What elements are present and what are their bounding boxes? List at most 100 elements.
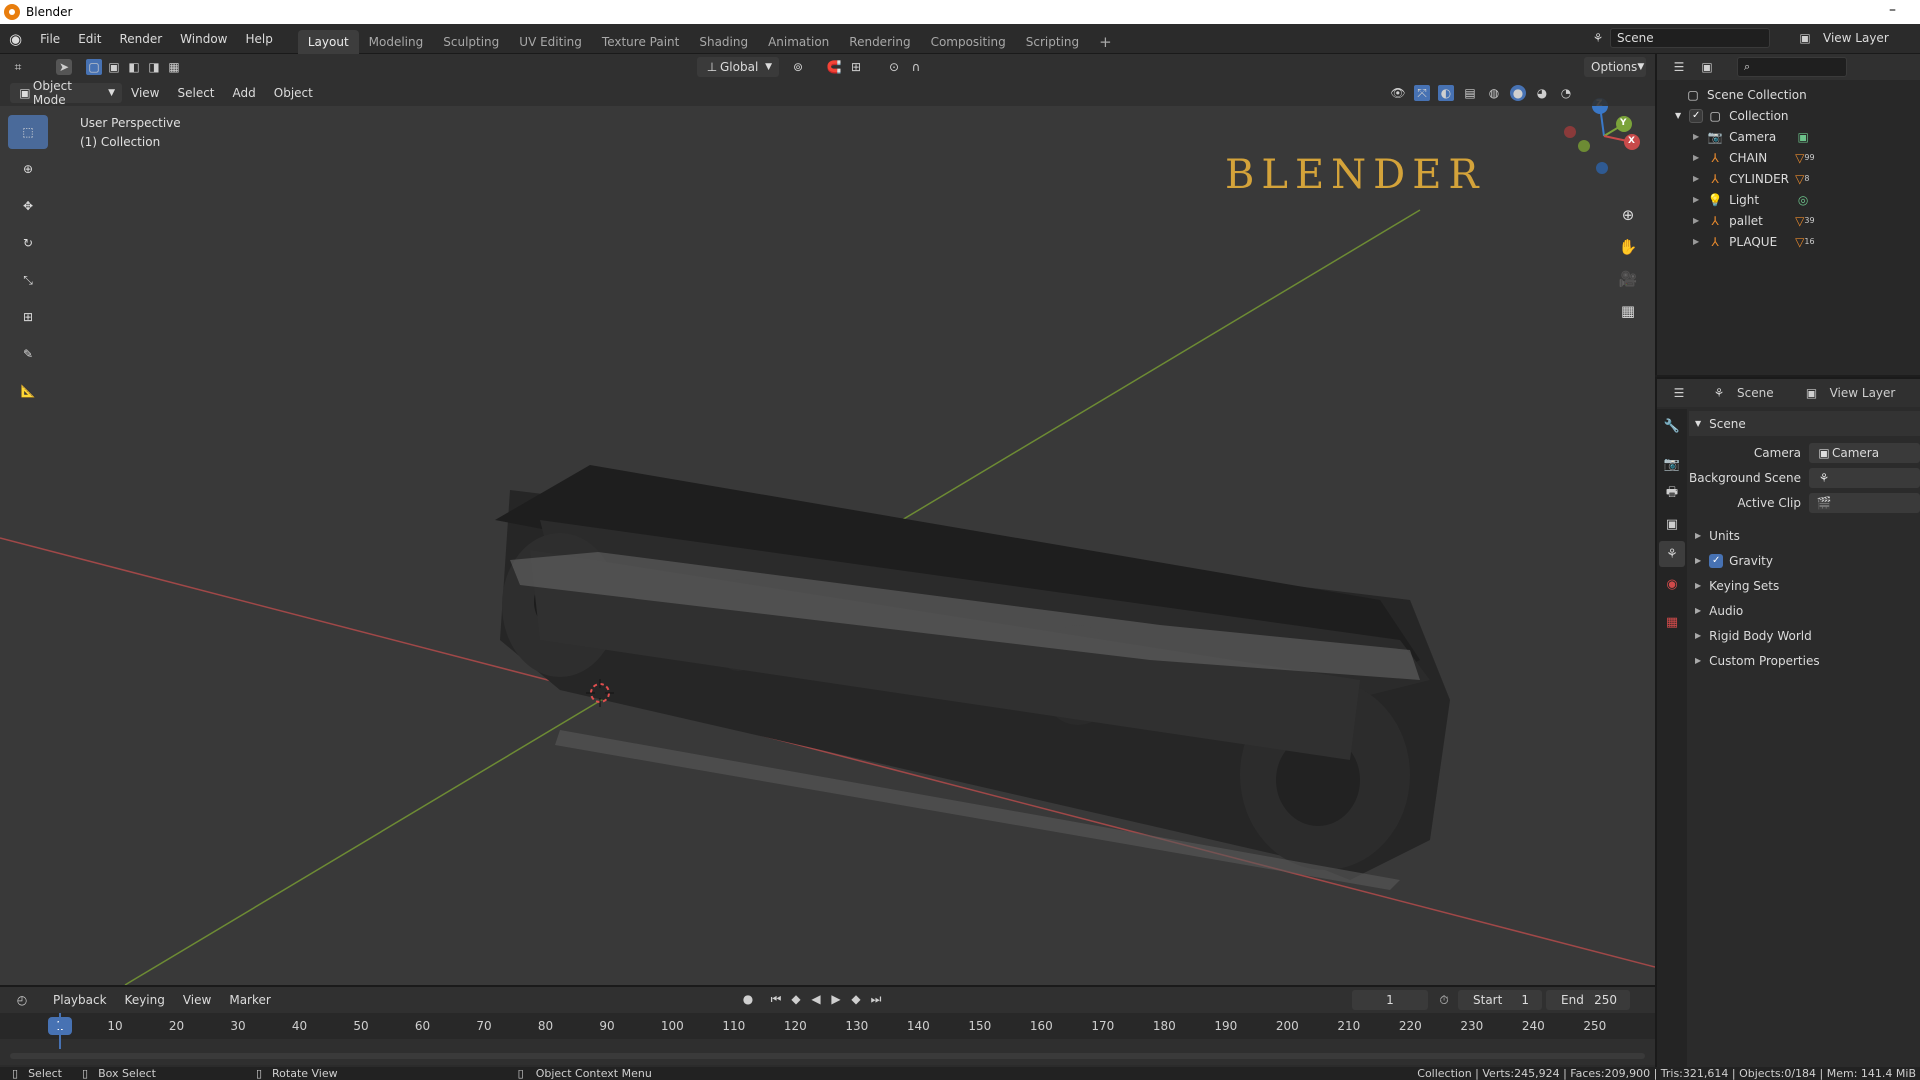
chevron-right-icon[interactable]: ▶ [1693, 132, 1699, 141]
minimize-button[interactable]: – [1889, 2, 1896, 18]
outliner-item[interactable]: ▶ ⅄ PLAQUE ▽ 16 [1693, 231, 1920, 252]
start-frame-field[interactable]: Start 1 [1458, 990, 1542, 1010]
visibility-icon[interactable]: 👁 [1390, 85, 1406, 101]
subpanel-rigid-body-world[interactable]: ▶ Rigid Body World [1689, 623, 1920, 648]
timeline-menu-view[interactable]: View [174, 985, 220, 1015]
timeline-tracks[interactable] [0, 1013, 1655, 1065]
chevron-right-icon[interactable]: ▶ [1693, 174, 1699, 183]
menu-window[interactable]: Window [171, 24, 236, 54]
modifier-icon[interactable]: ▽ [1795, 172, 1804, 186]
wireframe-shading-icon[interactable]: ◍ [1486, 85, 1502, 101]
outliner-item[interactable]: ▶ 💡 Light ◎ [1693, 189, 1920, 210]
transform-orientation-dropdown[interactable]: ⊥ Global ▼ [697, 57, 779, 77]
prev-keyframe-icon[interactable]: ◆ [788, 991, 804, 1007]
menu-file[interactable]: File [31, 24, 69, 54]
tab-sculpting[interactable]: Sculpting [433, 30, 509, 54]
select-invert-icon[interactable]: ◨ [146, 59, 162, 75]
timeline-menu-marker[interactable]: Marker [220, 985, 279, 1015]
snap-icon[interactable]: 🧲 [826, 59, 842, 75]
timeline-editor-icon[interactable]: ◴ [14, 992, 30, 1008]
ortho-grid-icon[interactable]: ▦ [1613, 296, 1643, 326]
outliner-scene-collection[interactable]: ▢ Scene Collection [1685, 84, 1920, 105]
chevron-down-icon[interactable]: ▼ [1675, 111, 1681, 120]
end-frame-field[interactable]: End 250 [1546, 990, 1630, 1010]
camera-data-icon[interactable]: ▣ [1795, 129, 1811, 145]
properties-editor-icon[interactable]: ☰ [1671, 385, 1687, 401]
viewport-menu-object[interactable]: Object [265, 78, 322, 108]
add-workspace-button[interactable]: + [1089, 30, 1122, 54]
xray-icon[interactable]: ▤ [1462, 85, 1478, 101]
tab-modeling[interactable]: Modeling [359, 30, 434, 54]
next-keyframe-icon[interactable]: ◆ [848, 991, 864, 1007]
menu-render[interactable]: Render [110, 24, 171, 54]
menu-help[interactable]: Help [237, 24, 282, 54]
outliner-search-input[interactable]: ⌕ [1737, 57, 1847, 77]
play-reverse-icon[interactable]: ◀ [808, 991, 824, 1007]
timeline-scrollbar[interactable] [10, 1053, 1645, 1059]
outliner-item[interactable]: ▶ ⅄ pallet ▽ 39 [1693, 210, 1920, 231]
tab-rendering[interactable]: Rendering [839, 30, 920, 54]
select-subtract-icon[interactable]: ◧ [126, 59, 142, 75]
navigation-gizmo[interactable]: Z Y X [1558, 94, 1642, 178]
3d-viewport[interactable]: User Perspective (1) Collection BLENDER … [0, 80, 1655, 985]
select-box-tool-icon[interactable]: ⬚ [8, 115, 48, 149]
active-clip-field[interactable]: 🎬 [1809, 492, 1920, 513]
background-scene-field[interactable]: ⚘ [1809, 467, 1920, 488]
tab-animation[interactable]: Animation [758, 30, 839, 54]
zoom-icon[interactable]: ⊕ [1613, 200, 1643, 230]
rendered-shading-icon[interactable]: ◔ [1558, 85, 1574, 101]
modifier-icon[interactable]: ▽ [1795, 151, 1804, 165]
properties-scene-label[interactable]: Scene [1737, 386, 1774, 400]
render-tab-icon[interactable]: 📷 [1659, 451, 1685, 477]
scene-icon[interactable]: ⚘ [1590, 30, 1606, 46]
scene-panel-header[interactable]: ▼ Scene [1689, 411, 1920, 436]
select-new-icon[interactable]: ▢ [86, 59, 102, 75]
preview-range-icon[interactable]: ⏱ [1436, 992, 1452, 1008]
proportional-edit-icon[interactable]: ⊙ [886, 59, 902, 75]
scene-tab-icon[interactable]: ⚘ [1659, 541, 1685, 567]
outliner-editor-icon[interactable]: ☰ [1671, 59, 1687, 75]
timeline-menu-keying[interactable]: Keying [116, 985, 174, 1015]
light-data-icon[interactable]: ◎ [1795, 192, 1811, 208]
scale-tool-icon[interactable]: ⤡ [8, 263, 48, 297]
view-layer-icon[interactable]: ▣ [1797, 30, 1813, 46]
falloff-icon[interactable]: ∩ [908, 59, 924, 75]
overlays-icon[interactable]: ◐ [1438, 85, 1454, 101]
timeline-menu-playback[interactable]: Playback [44, 985, 116, 1015]
solid-shading-icon[interactable]: ● [1510, 85, 1526, 101]
view-layer-selector[interactable]: View Layer [1817, 28, 1920, 48]
timeline-ruler[interactable]: 1 10203040506070809010011012013014015016… [0, 1013, 1655, 1039]
transform-tool-icon[interactable]: ⊞ [8, 300, 48, 334]
material-shading-icon[interactable]: ◕ [1534, 85, 1550, 101]
jump-start-icon[interactable]: ⏮ [768, 991, 784, 1007]
tab-uv-editing[interactable]: UV Editing [509, 30, 592, 54]
tab-texture-paint[interactable]: Texture Paint [592, 30, 689, 54]
scene-selector[interactable]: Scene [1610, 28, 1770, 48]
menu-edit[interactable]: Edit [69, 24, 110, 54]
jump-end-icon[interactable]: ⏭ [868, 991, 884, 1007]
view-layer-tab-icon[interactable]: ▣ [1659, 511, 1685, 537]
subpanel-custom-properties[interactable]: ▶ Custom Properties [1689, 648, 1920, 673]
outliner-item[interactable]: ▶ ⅄ CYLINDER ▽ 8 [1693, 168, 1920, 189]
cursor-tool-icon[interactable]: ⊕ [8, 152, 48, 186]
modifier-icon[interactable]: ▽ [1795, 214, 1804, 228]
chevron-right-icon[interactable]: ▶ [1693, 216, 1699, 225]
chevron-right-icon[interactable]: ▶ [1693, 237, 1699, 246]
select-intersect-icon[interactable]: ▦ [166, 59, 182, 75]
current-frame-field[interactable]: 1 [1352, 990, 1428, 1010]
collection-checkbox[interactable]: ✓ [1689, 108, 1704, 123]
measure-tool-icon[interactable]: 📐 [8, 374, 48, 408]
select-extend-icon[interactable]: ▣ [106, 59, 122, 75]
tab-scripting[interactable]: Scripting [1016, 30, 1089, 54]
annotate-tool-icon[interactable]: ✎ [8, 337, 48, 371]
object-mode-dropdown[interactable]: ▣ Object Mode ▼ [10, 79, 122, 107]
editor-type-icon[interactable]: ⌗ [10, 59, 26, 75]
display-mode-icon[interactable]: ▣ [1699, 59, 1715, 75]
subpanel-units[interactable]: ▶ Units [1689, 523, 1920, 548]
select-tool-icon[interactable]: ➤ [56, 59, 72, 75]
subpanel-audio[interactable]: ▶ Audio [1689, 598, 1920, 623]
pivot-icon[interactable]: ⊚ [790, 59, 806, 75]
viewport-menu-add[interactable]: Add [224, 78, 265, 108]
camera-view-icon[interactable]: 🎥 [1613, 264, 1643, 294]
modifier-icon[interactable]: ▽ [1795, 235, 1804, 249]
